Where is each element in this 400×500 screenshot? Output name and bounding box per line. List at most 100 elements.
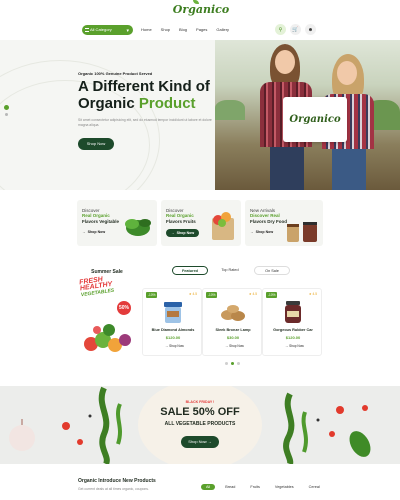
slider-dot-active[interactable] [4,105,9,110]
fresh-healthy-text: FRESH HEALTHY VEGETABLES [79,276,115,298]
promo-card-dry-food[interactable]: New Arrivals Discover Real Flavors Dry F… [245,200,323,246]
header-actions: ⚲ 🛒 ☻ [275,24,316,35]
jam-jar-image [285,301,301,323]
promo-heading-line2: Flavors Fruits [166,218,196,224]
pagination-dot[interactable] [237,362,240,365]
filter-tab-bread[interactable]: Bread [220,484,240,490]
product-shop-now-link[interactable]: → Shop Now [165,344,184,348]
promo-heading-line2: Flavors Vegitable [82,218,120,224]
site-header: Organico All Category ▾ Home Shop Blog P… [0,0,400,40]
logo-text: Organico [172,3,230,16]
promo-heading-line2: Flavors Dry Food [250,218,288,224]
potatoes-image [221,305,245,321]
tab-on-sale[interactable]: On Sale [254,266,290,275]
search-icon[interactable]: ⚲ [275,24,286,35]
fruit-bag-image [212,212,234,240]
jars-image [287,222,317,242]
arrow-right-icon: → [285,344,289,348]
green-vegetable-image [125,219,151,236]
banner-eyebrow: BLACK FRIDAY ! [185,400,215,404]
organico-sign: Organico [283,97,347,142]
hero-section: Organico Organic 100% Genuine Product Se… [0,40,400,190]
cart-icon[interactable]: 🛒 [290,24,301,35]
hero-title-line2: Organic [78,95,135,112]
discount-badge: -10% [266,292,278,298]
nav-shop[interactable]: Shop [161,26,170,34]
promo-shop-now-button[interactable]: → Shop Now [166,229,200,237]
face [337,61,357,85]
shop-now-label: Shop Now [289,344,304,348]
jeans [270,147,304,190]
product-card[interactable]: -10% ★ 4.5 Gorgeous Rubber Car $120.00 →… [262,288,322,356]
promo-card-fruits[interactable]: Discover Real Organic Flavors Fruits → Sh… [161,200,241,246]
product-price: $30.00 [226,335,240,340]
product-name[interactable]: Sleek Bronze Lamp [203,328,263,332]
discount-badge: 50% [117,301,131,315]
promo-shop-now-link[interactable]: → Shop Now [82,230,105,234]
category-label: All Category [90,27,112,32]
tab-top-rated[interactable]: Top Rated [212,266,248,275]
arrow-right-icon: → [165,344,169,348]
product-name[interactable]: Blue Diamond Almonds [143,328,203,332]
rating: ★ 4.5 [308,292,317,296]
arrow-right-icon: → [207,439,212,444]
nav-gallery[interactable]: Gallery [216,26,229,34]
banner-title: SALE 50% OFF [160,406,240,418]
pagination-dot[interactable] [225,362,228,365]
banner-shop-now-button[interactable]: Shop Now → [181,436,219,448]
product-price: $120.00 [165,335,181,340]
shop-now-label: Shop Now [229,344,244,348]
hero-tagline: Organic 100% Genuine Product Served [78,71,153,76]
filter-tab-vegetables[interactable]: Vegetables [270,484,299,490]
hero-title-accent: Product [138,95,196,112]
promo-button-label: Shop Now [87,230,106,234]
discount-badge: -10% [146,292,158,298]
promo-shop-now-link[interactable]: → Shop Now [250,230,273,234]
product-pagination [225,362,240,365]
face [275,50,295,74]
promo-button-label: Shop Now [176,231,195,235]
product-shop-now-link[interactable]: → Shop Now [225,344,244,348]
slider-dot[interactable] [5,113,8,116]
menu-icon [85,28,89,32]
product-price: $120.00 [285,335,301,340]
nav-home[interactable]: Home [141,26,152,34]
main-nav: Home Shop Blog Pages Gallery [141,26,229,34]
nav-blog[interactable]: Blog [179,26,187,34]
vegetable-pile-image [84,324,131,352]
category-filter-tabs: All Bread Fruits Vegetables Cereal [201,484,325,490]
promo-button-label: Shop Now [255,230,274,234]
arrow-right-icon: → [250,230,254,234]
sign-text: Organico [289,114,341,125]
product-card[interactable]: -10% ★ 4.5 Blue Diamond Almonds $120.00 … [142,288,202,356]
tab-featured[interactable]: Featured [172,266,208,275]
filter-tab-fruits[interactable]: Fruits [245,484,265,490]
filter-tab-all[interactable]: All [201,484,216,490]
product-shop-now-link[interactable]: → Shop Now [285,344,304,348]
rating: ★ 4.5 [248,292,257,296]
new-products-title: Organic Introduce New Products [78,478,156,484]
new-products-description: Get current deals at all times organic, … [78,487,149,491]
site-logo[interactable]: Organico [171,0,231,19]
promo-heading-line1: Discover Real [250,213,280,218]
arrow-right-icon: → [225,344,229,348]
pagination-dot-active[interactable] [231,362,234,365]
filter-tab-cereal[interactable]: Cereal [304,484,325,490]
almonds-jar-image [164,302,182,323]
user-icon[interactable]: ☻ [305,24,316,35]
sale-banner: BLACK FRIDAY ! SALE 50% OFF ALL VEGETABL… [0,386,400,464]
nav-pages[interactable]: Pages [196,26,207,34]
hero-description: Sit amet consectetur adipisicing elit, s… [78,118,212,127]
promo-heading-line1: Real Organic [166,213,194,218]
product-card[interactable]: -10% ★ 4.5 Sleek Bronze Lamp $30.00 → Sh… [202,288,262,356]
promo-card-vegetable[interactable]: Discover Real Organic Flavors Vegitable … [77,200,157,246]
arrow-right-icon: → [171,231,175,235]
summer-sale-card[interactable]: Summer Sale FRESH HEALTHY VEGETABLES 50% [77,262,137,358]
summer-sale-title: Summer Sale [91,269,123,275]
hero-title: A Different Kind of Organic Product [78,78,228,112]
hero-shop-now-button[interactable]: Shop Now [78,138,114,150]
all-category-button[interactable]: All Category ▾ [82,25,133,35]
hero-title-line1: A Different Kind of [78,78,210,95]
shop-now-label: Shop Now [169,344,184,348]
product-name[interactable]: Gorgeous Rubber Car [263,328,323,332]
